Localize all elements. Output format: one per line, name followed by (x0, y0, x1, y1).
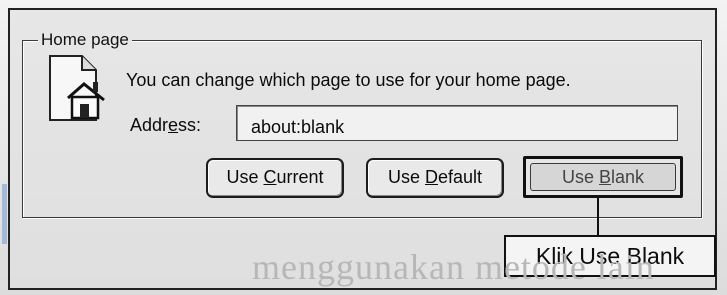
use-blank-label-post: lank (611, 167, 645, 187)
use-blank-button-highlight: Use Blank (523, 156, 683, 198)
home-page-instruction: You can change which page to use for you… (126, 70, 571, 90)
use-blank-button[interactable]: Use Blank (530, 163, 676, 191)
group-title: Home page (38, 30, 132, 50)
use-blank-accesskey: B (598, 167, 611, 187)
address-label-accesskey: e (168, 115, 179, 135)
use-default-label-pre: Use (387, 167, 425, 187)
use-current-label-post: urrent (276, 167, 324, 187)
use-default-button[interactable]: Use Default (366, 158, 504, 198)
home-page-icon (49, 55, 105, 121)
address-input[interactable] (236, 105, 678, 141)
use-current-accesskey: C (263, 167, 277, 187)
callout-connector-line (597, 198, 599, 236)
use-blank-label-pre: Use (561, 167, 599, 187)
page-margin-mark (2, 184, 7, 244)
address-label-suffix: ss: (178, 115, 202, 135)
page-body-text: menggunakan metode lain (252, 247, 655, 287)
use-current-button[interactable]: Use Current (206, 158, 344, 198)
use-current-label-pre: Use (226, 167, 264, 187)
use-default-accesskey: D (424, 167, 438, 187)
use-default-label-post: efault (437, 167, 483, 187)
address-label-prefix: Addr (130, 115, 169, 135)
address-label: Address: (130, 115, 201, 136)
